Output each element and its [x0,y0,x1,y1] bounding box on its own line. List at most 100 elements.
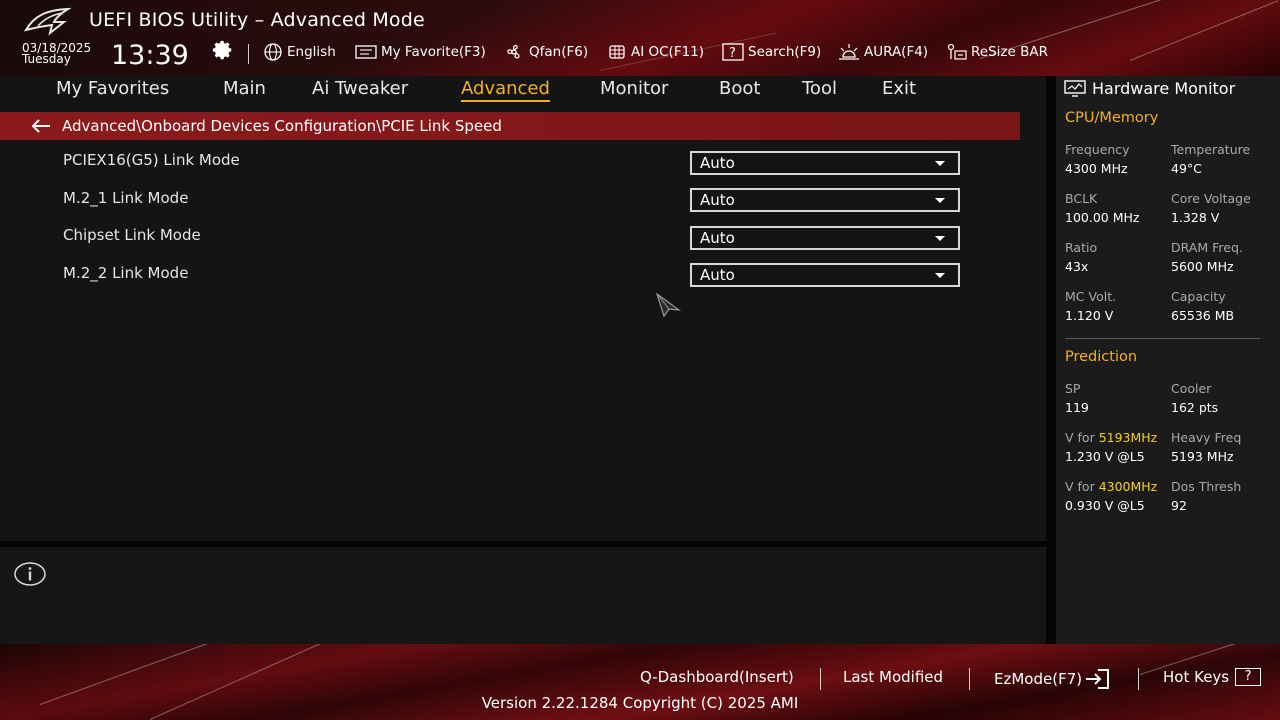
cooler-label: Cooler [1171,381,1212,396]
help-info-panel [0,547,1046,644]
core-voltage-value: 1.328 V [1171,210,1220,225]
bclk-value: 100.00 MHz [1065,210,1140,225]
caret-down-icon [935,161,945,166]
frequency-value: 4300 MHz [1065,161,1128,176]
ratio-label: Ratio [1065,240,1098,255]
hot-keys-button[interactable]: Hot Keys ? [1163,668,1262,686]
caret-down-icon [935,236,945,241]
v-for-2-label: V for 4300MHz [1065,479,1157,494]
setting-label-m2-2[interactable]: M.2_2 Link Mode [63,264,188,282]
v-for-2-freq: 4300MHz [1098,479,1158,494]
my-favorite-label: My Favorite(F3) [381,44,486,60]
tab-my-favorites[interactable]: My Favorites [56,78,169,99]
ratio-value: 43x [1065,259,1089,274]
hw-section-divider [1065,338,1260,339]
dropdown-value: Auto [700,154,735,172]
dropdown-value: Auto [700,229,735,247]
settings-panel: PCIEX16(G5) Link Mode Auto M.2_1 Link Mo… [0,140,1046,540]
back-arrow-icon[interactable] [31,119,51,133]
bclk-label: BCLK [1065,191,1098,206]
prediction-section-title: Prediction [1065,349,1138,365]
v-for-1-value: 1.230 V @L5 [1065,449,1145,464]
m2-1-link-mode-dropdown[interactable]: Auto [690,188,960,212]
cpu-memory-section-title: CPU/Memory [1065,110,1159,126]
ai-chip-icon [609,45,625,59]
search-button[interactable]: ? Search(F9) [722,42,821,62]
footer-bar: Q-Dashboard(Insert) Last Modified EzMode… [0,644,1280,720]
tab-ai-tweaker[interactable]: Ai Tweaker [312,78,408,99]
sp-value: 119 [1065,400,1089,415]
hardware-monitor-title: Hardware Monitor [1092,79,1236,98]
temperature-label: Temperature [1171,142,1251,157]
temperature-value: 49°C [1171,161,1202,176]
dropdown-value: Auto [700,191,735,209]
chipset-link-mode-dropdown[interactable]: Auto [690,226,960,250]
heavy-freq-label: Heavy Freq [1171,430,1242,445]
resize-bar-label: ReSize BAR [971,44,1048,60]
breadcrumb-path: Advanced\Onboard Devices Configuration\P… [62,117,502,135]
tab-exit[interactable]: Exit [882,78,916,99]
main-menu-tabs: My Favorites Main Ai Tweaker Advanced Mo… [0,76,1046,106]
v-for-1-label: V for 5193MHz [1065,430,1157,445]
tab-tool[interactable]: Tool [802,78,837,99]
hot-keys-label: Hot Keys [1163,668,1230,686]
sp-label: SP [1065,381,1081,396]
last-modified-button[interactable]: Last Modified [843,668,943,686]
hardware-monitor-header: Hardware Monitor [1064,79,1235,98]
v-for-2-value: 0.930 V @L5 [1065,498,1145,513]
setting-label-m2-1[interactable]: M.2_1 Link Mode [63,189,188,207]
tab-main[interactable]: Main [223,78,266,99]
heavy-freq-value: 5193 MHz [1171,449,1234,464]
question-mark-icon: ? [1235,668,1262,686]
decor-streak [1129,0,1279,61]
ai-oc-button[interactable]: AI OC(F11) [607,42,704,62]
my-favorite-button[interactable]: My Favorite(F3) [355,42,486,62]
pciex16-link-mode-dropdown[interactable]: Auto [690,151,960,175]
header-bar: UEFI BIOS Utility – Advanced Mode 03/18/… [0,0,1280,76]
footer-divider [820,668,821,690]
qfan-button[interactable]: Qfan(F6) [503,42,588,62]
footer-divider [1138,668,1139,690]
language-button[interactable]: English [263,42,336,62]
core-voltage-label: Core Voltage [1171,191,1251,206]
caret-down-icon [935,273,945,278]
m2-2-link-mode-dropdown[interactable]: Auto [690,263,960,287]
ezmode-label: EzMode(F7) [994,670,1083,688]
ai-oc-label: AI OC(F11) [631,44,705,60]
svg-text:?: ? [729,46,736,61]
tab-advanced[interactable]: Advanced [461,78,550,102]
exit-to-ezmode-icon [1086,669,1110,689]
gear-icon[interactable] [212,39,234,61]
cooler-value: 162 pts [1171,400,1219,415]
mc-volt-value: 1.120 V [1065,308,1114,323]
search-label: Search(F9) [748,44,822,60]
aura-light-icon [839,44,859,60]
v-for-1-freq: 5193MHz [1098,430,1158,445]
qfan-label: Qfan(F6) [529,44,589,60]
dram-freq-label: DRAM Freq. [1171,240,1243,255]
capacity-label: Capacity [1171,289,1226,304]
aura-label: AURA(F4) [864,44,929,60]
panel-gutter [1046,76,1056,644]
q-dashboard-button[interactable]: Q-Dashboard(Insert) [640,668,794,686]
setting-label-pciex16[interactable]: PCIEX16(G5) Link Mode [63,151,240,169]
resize-bar-button[interactable]: ReSize BAR [945,42,1048,62]
resize-bar-icon [947,43,967,60]
globe-icon [264,43,282,61]
footer-divider [969,668,970,690]
tab-monitor[interactable]: Monitor [600,78,668,99]
rog-logo-icon [24,7,72,36]
setting-label-chipset[interactable]: Chipset Link Mode [63,226,201,244]
clock-display: 13:39 [111,40,189,71]
app-title: UEFI BIOS Utility – Advanced Mode [89,9,425,31]
tab-boot[interactable]: Boot [719,78,760,99]
mc-volt-label: MC Volt. [1065,289,1117,304]
aura-button[interactable]: AURA(F4) [838,42,928,62]
header-divider [248,44,249,64]
dos-thresh-label: Dos Thresh [1171,479,1242,494]
v-for-prefix: V for [1065,430,1099,445]
capacity-value: 65536 MB [1171,308,1235,323]
ezmode-button[interactable]: EzMode(F7) [994,668,1112,690]
dos-thresh-value: 92 [1171,498,1187,513]
search-question-icon: ? [722,43,744,61]
